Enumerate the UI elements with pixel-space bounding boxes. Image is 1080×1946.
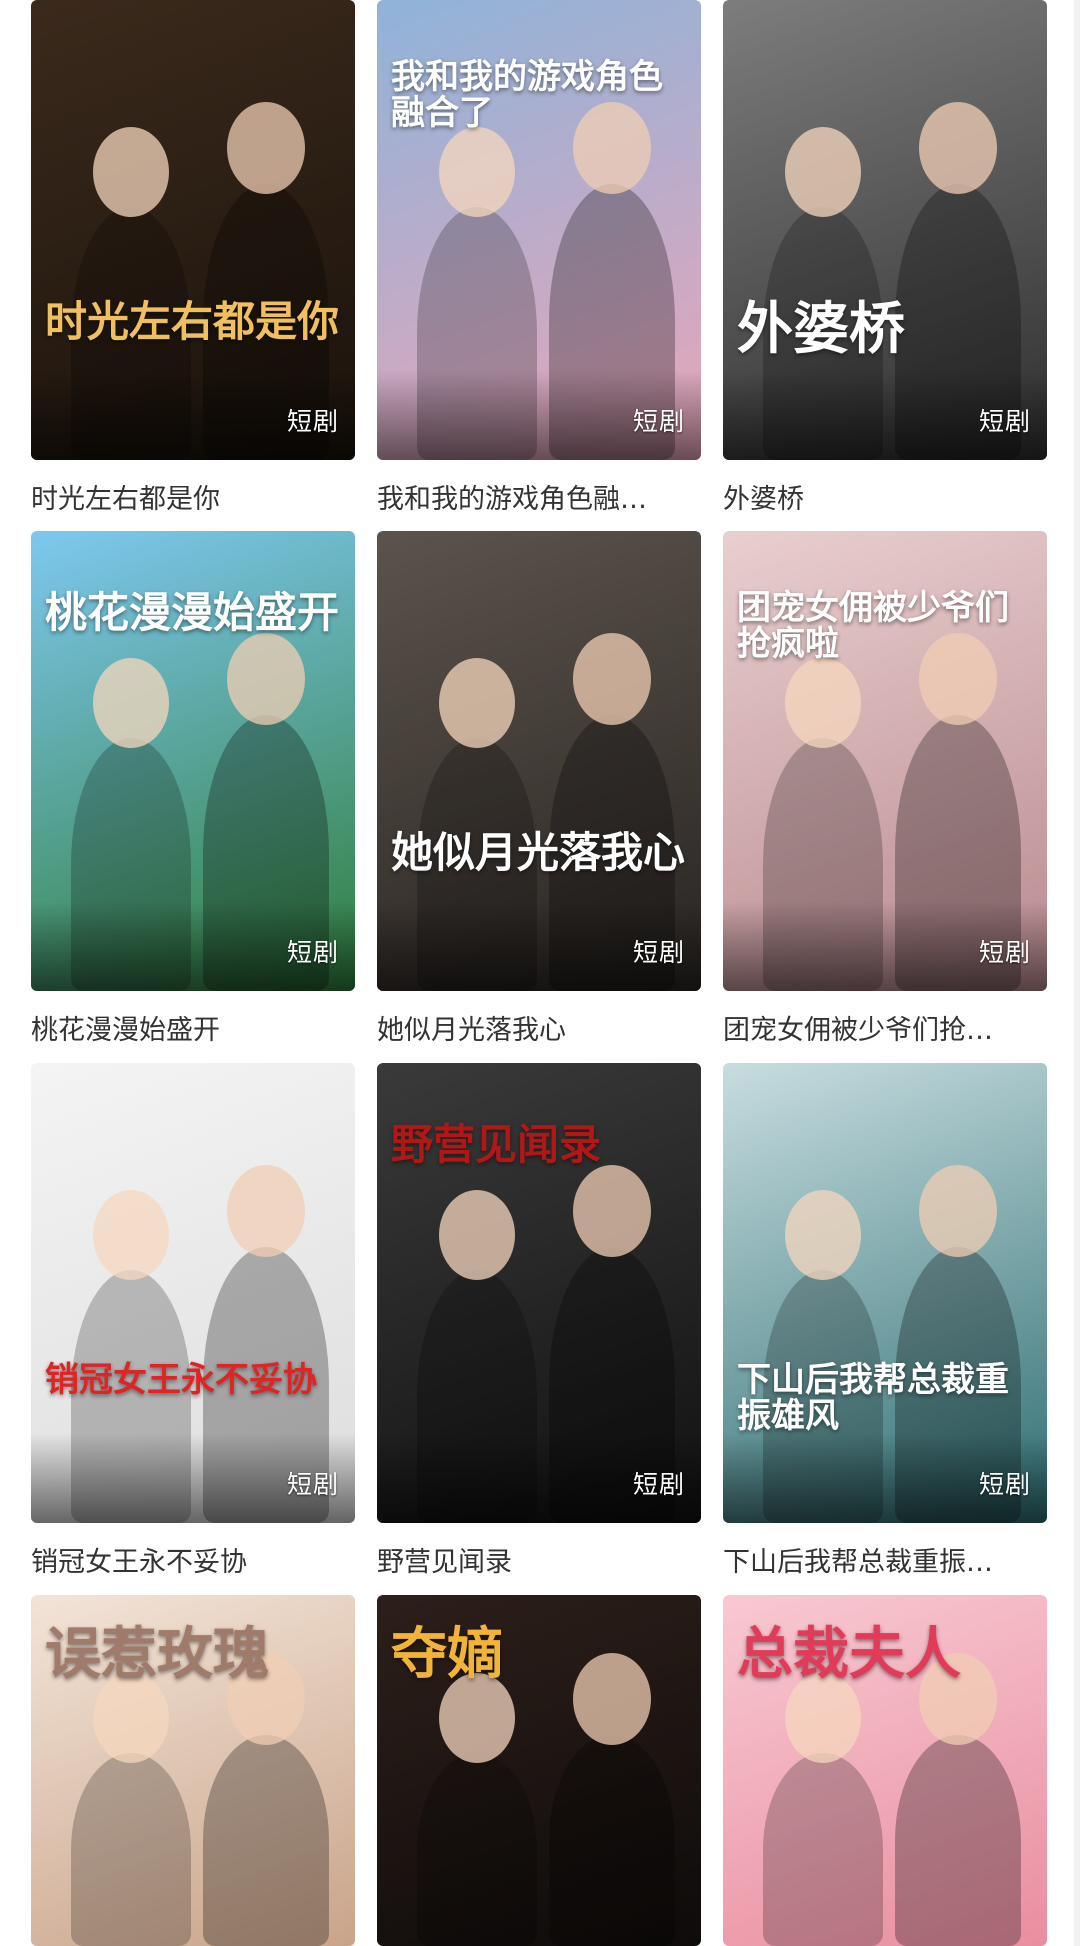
short-drama-badge: 短剧 <box>978 407 1031 436</box>
short-drama-badge: 短剧 <box>286 938 339 967</box>
actor-head <box>919 102 997 194</box>
drama-poster[interactable]: 我和我的游戏角色融合了短剧 <box>377 0 701 460</box>
actor-head <box>573 633 651 725</box>
drama-title[interactable]: 销冠女王永不妥协 <box>31 1540 355 1579</box>
actor-head <box>439 658 515 748</box>
poster-title-art: 时光左右都是你 <box>45 297 340 346</box>
drama-poster[interactable]: 团宠女佣被少爷们抢疯啦短剧 <box>723 531 1047 991</box>
short-drama-badge: 短剧 <box>978 1470 1031 1499</box>
actor-silhouette <box>417 1752 537 1946</box>
drama-poster[interactable]: 下山后我帮总裁重振雄风短剧 <box>723 1063 1047 1523</box>
poster-title-art: 团宠女佣被少爷们抢疯啦 <box>737 588 1009 664</box>
actor-silhouette <box>895 1735 1021 1946</box>
drama-poster[interactable]: 误惹玫瑰 <box>31 1595 355 1946</box>
actor-silhouette <box>71 1752 191 1946</box>
drama-title[interactable]: 我和我的游戏角色融… <box>377 477 701 516</box>
poster-title-art: 误惹玫瑰 <box>45 1621 269 1687</box>
drama-poster[interactable]: 桃花漫漫始盛开短剧 <box>31 531 355 991</box>
poster-title-art: 我和我的游戏角色融合了 <box>391 57 663 133</box>
short-drama-badge: 短剧 <box>632 407 685 436</box>
actor-silhouette <box>549 1735 675 1946</box>
actor-head <box>919 1165 997 1257</box>
poster-title-art: 下山后我帮总裁重振雄风 <box>737 1360 1009 1436</box>
actor-head <box>439 127 515 217</box>
poster-title-art: 野营见闻录 <box>391 1120 602 1169</box>
drama-title[interactable]: 她似月光落我心 <box>377 1008 701 1047</box>
drama-title[interactable]: 桃花漫漫始盛开 <box>31 1008 355 1047</box>
actor-head <box>93 127 169 217</box>
poster-title-art: 桃花漫漫始盛开 <box>45 588 340 637</box>
short-drama-badge: 短剧 <box>632 1470 685 1499</box>
short-drama-badge: 短剧 <box>632 938 685 967</box>
drama-title[interactable]: 野营见闻录 <box>377 1540 701 1579</box>
poster-title-art: 她似月光落我心 <box>391 828 686 877</box>
actor-silhouette <box>763 1752 883 1946</box>
drama-poster[interactable]: 她似月光落我心短剧 <box>377 531 701 991</box>
actor-head <box>93 1190 169 1280</box>
actor-head <box>785 127 861 217</box>
actor-head <box>785 658 861 748</box>
drama-poster[interactable]: 销冠女王永不妥协短剧 <box>31 1063 355 1523</box>
drama-title[interactable]: 外婆桥 <box>723 477 1047 516</box>
poster-title-art: 夺嫡 <box>391 1621 503 1687</box>
short-drama-badge: 短剧 <box>286 1470 339 1499</box>
drama-poster[interactable]: 外婆桥短剧 <box>723 0 1047 460</box>
drama-poster[interactable]: 时光左右都是你短剧 <box>31 0 355 460</box>
drama-title[interactable]: 时光左右都是你 <box>31 477 355 516</box>
scrollbar-track[interactable] <box>1074 0 1080 1946</box>
drama-title[interactable]: 下山后我帮总裁重振… <box>723 1540 1047 1579</box>
actor-head <box>573 1165 651 1257</box>
poster-title-art: 外婆桥 <box>737 296 905 362</box>
actor-head <box>785 1190 861 1280</box>
short-drama-badge: 短剧 <box>286 407 339 436</box>
drama-poster[interactable]: 夺嫡 <box>377 1595 701 1946</box>
actor-head <box>93 658 169 748</box>
actor-silhouette <box>203 1735 329 1946</box>
drama-title[interactable]: 团宠女佣被少爷们抢… <box>723 1008 1047 1047</box>
poster-title-art: 销冠女王永不妥协 <box>45 1360 317 1400</box>
actor-head <box>227 633 305 725</box>
poster-title-art: 总裁夫人 <box>737 1621 961 1687</box>
short-drama-badge: 短剧 <box>978 938 1031 967</box>
actor-head <box>227 1165 305 1257</box>
drama-poster[interactable]: 总裁夫人 <box>723 1595 1047 1946</box>
drama-poster[interactable]: 野营见闻录短剧 <box>377 1063 701 1523</box>
actor-head <box>439 1190 515 1280</box>
actor-head <box>227 102 305 194</box>
